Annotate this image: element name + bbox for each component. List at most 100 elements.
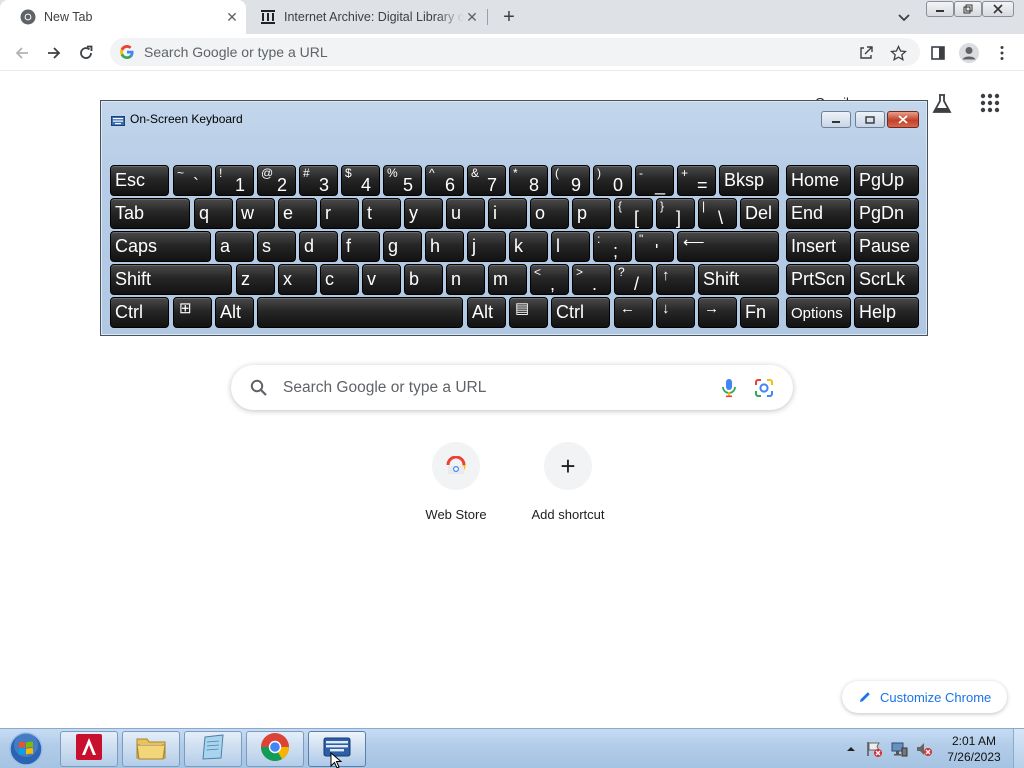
key-9[interactable]: (9 [551, 165, 590, 196]
minimize-window-button[interactable] [926, 1, 954, 17]
new-tab-button[interactable]: + [498, 6, 520, 28]
key-a[interactable]: a [215, 231, 254, 262]
network-icon[interactable] [889, 739, 909, 759]
key-l[interactable]: l [551, 231, 590, 262]
share-icon[interactable] [857, 44, 875, 62]
chrome-labs-icon[interactable] [931, 93, 953, 115]
key-help[interactable]: Help [854, 297, 919, 328]
bookmark-star-icon[interactable] [889, 44, 907, 62]
taskbar-adobe-acrobat[interactable] [60, 731, 118, 767]
show-desktop-button[interactable] [1013, 729, 1024, 768]
key-end[interactable]: End [786, 198, 851, 229]
key-alt[interactable]: Alt [467, 297, 506, 328]
key-0[interactable]: ) 0 [593, 165, 632, 196]
key-pause[interactable]: Pause [854, 231, 919, 262]
key-q[interactable]: q [194, 198, 233, 229]
tab-search-icon[interactable] [895, 9, 913, 25]
taskbar-notepad[interactable] [184, 731, 242, 767]
key-i[interactable]: i [488, 198, 527, 229]
taskbar-google-chrome[interactable] [246, 731, 304, 767]
key-7[interactable]: & 7 [467, 165, 506, 196]
key-windows[interactable]: ⊞ [173, 297, 212, 328]
key-b[interactable]: b [404, 264, 443, 295]
forward-button[interactable] [42, 41, 66, 65]
side-panel-icon[interactable] [926, 41, 950, 65]
key-symbol-2-10[interactable]: :; [593, 231, 632, 262]
key-down-arrow[interactable]: ↓ [656, 297, 695, 328]
add-shortcut-button[interactable]: + Add shortcut [512, 442, 624, 522]
key-s[interactable]: s [257, 231, 296, 262]
key-c[interactable]: c [320, 264, 359, 295]
close-window-button[interactable] [982, 1, 1014, 17]
show-hidden-icons-button[interactable] [845, 739, 857, 759]
key-symbol-0-12[interactable]: - _ [635, 165, 674, 196]
key-up-arrow[interactable]: ↑ [656, 264, 695, 295]
key-h[interactable]: h [425, 231, 464, 262]
key-symbol-3-10[interactable]: ? / [614, 264, 653, 295]
osk-maximize-button[interactable] [855, 111, 885, 128]
key-t[interactable]: t [362, 198, 401, 229]
key-insert[interactable]: Insert [786, 231, 851, 262]
key-k[interactable]: k [509, 231, 548, 262]
key-shift[interactable]: Shift [110, 264, 232, 295]
key-w[interactable]: w [236, 198, 275, 229]
tab-internet-archive[interactable]: Internet Archive: Digital Library of Fre… [250, 0, 486, 34]
key-menu[interactable]: ▤ [509, 297, 548, 328]
key-pgdn[interactable]: PgDn [854, 198, 919, 229]
key-g[interactable]: g [383, 231, 422, 262]
key-space[interactable] [257, 297, 463, 328]
chrome-menu-icon[interactable] [990, 41, 1014, 65]
tab-new-tab[interactable]: New Tab ✕ [0, 0, 246, 34]
key-o[interactable]: o [530, 198, 569, 229]
key-4[interactable]: $4 [341, 165, 380, 196]
osk-close-button[interactable] [887, 111, 919, 128]
key-tab[interactable]: Tab [110, 198, 190, 229]
key-x[interactable]: x [278, 264, 317, 295]
key-n[interactable]: n [446, 264, 485, 295]
key-pgup[interactable]: PgUp [854, 165, 919, 196]
key-e[interactable]: e [278, 198, 317, 229]
key-2[interactable]: @2 [257, 165, 296, 196]
key-j[interactable]: j [467, 231, 506, 262]
back-button[interactable] [10, 41, 34, 65]
restore-window-button[interactable] [954, 1, 982, 17]
taskbar-file-explorer[interactable] [122, 731, 180, 767]
key-8[interactable]: * 8 [509, 165, 548, 196]
key-6[interactable]: ^ 6 [425, 165, 464, 196]
key-enter[interactable]: ⟵ [677, 231, 779, 262]
key-prtscn[interactable]: PrtScn [786, 264, 851, 295]
google-apps-icon[interactable] [980, 93, 1000, 113]
key-esc[interactable]: Esc [110, 165, 169, 196]
key-symbol-0-1[interactable]: ~ ` [173, 165, 212, 196]
key-shift[interactable]: Shift [698, 264, 779, 295]
close-tab-icon[interactable]: ✕ [464, 9, 480, 25]
action-center-flag-icon[interactable] [864, 739, 884, 759]
close-tab-icon[interactable]: ✕ [224, 9, 240, 25]
key-r[interactable]: r [320, 198, 359, 229]
key-z[interactable]: z [236, 264, 275, 295]
key-1[interactable]: ! 1 [215, 165, 254, 196]
key-d[interactable]: d [299, 231, 338, 262]
key-symbol-2-11[interactable]: " ' [635, 231, 674, 262]
key-left-arrow[interactable]: ← [614, 297, 653, 328]
shortcut-web-store[interactable]: Web Store [400, 442, 512, 522]
key-m[interactable]: m [488, 264, 527, 295]
key-symbol-1-12[interactable]: }] [656, 198, 695, 229]
key-3[interactable]: #3 [299, 165, 338, 196]
key-alt[interactable]: Alt [215, 297, 254, 328]
key-scrlk[interactable]: ScrLk [854, 264, 919, 295]
taskbar-clock[interactable]: 2:01 AM 7/26/2023 [942, 733, 1006, 765]
key-symbol-1-13[interactable]: | \ [698, 198, 737, 229]
omnibox[interactable]: Search Google or type a URL [110, 38, 920, 66]
key-p[interactable]: p [572, 198, 611, 229]
profile-avatar-icon[interactable] [957, 41, 981, 65]
ntp-search-box[interactable]: Search Google or type a URL [231, 365, 793, 410]
key-f[interactable]: f [341, 231, 380, 262]
key-right-arrow[interactable]: → [698, 297, 737, 328]
customize-chrome-button[interactable]: Customize Chrome [842, 681, 1007, 713]
key-symbol-1-11[interactable]: {[ [614, 198, 653, 229]
key-fn[interactable]: Fn [740, 297, 779, 328]
key-options[interactable]: Options [786, 297, 851, 328]
key-del[interactable]: Del [740, 198, 779, 229]
key-ctrl[interactable]: Ctrl [110, 297, 169, 328]
